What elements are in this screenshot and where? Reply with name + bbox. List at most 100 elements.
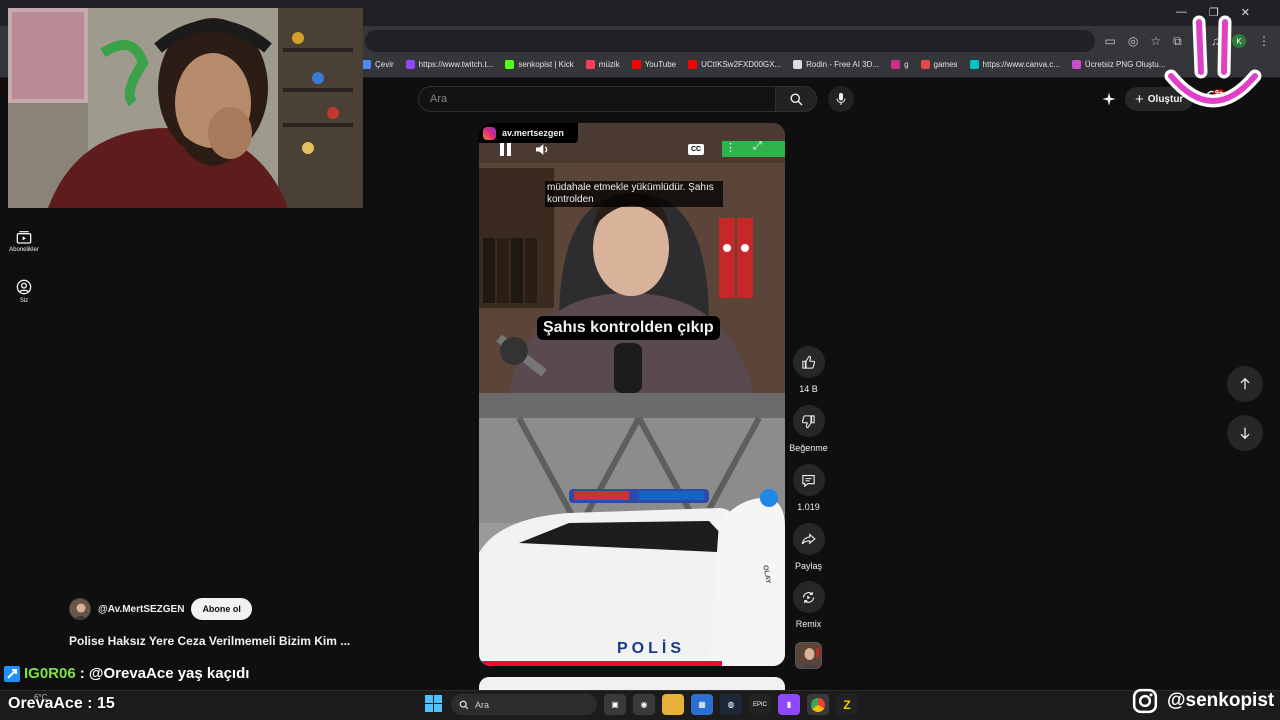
bookmark-label: Rodin - Free AI 3D... xyxy=(806,60,880,69)
cast-icon[interactable]: ▭ xyxy=(1105,34,1116,48)
address-bar[interactable] xyxy=(365,30,1095,52)
share-icon xyxy=(801,532,816,544)
arrow-up-icon xyxy=(1240,377,1250,390)
sidebar-item-subscriptions[interactable]: Abonelikler xyxy=(0,230,48,253)
bookmark-item[interactable]: Ücretsiz PNG Oluştu... xyxy=(1071,60,1166,69)
police-car-lettering: POLİS xyxy=(617,640,686,657)
steam-icon[interactable]: ◍ xyxy=(720,694,742,715)
bookmark-favicon-icon xyxy=(505,60,515,69)
webcam-picture xyxy=(8,8,363,208)
sidebar-item-label: Siz xyxy=(19,298,29,304)
uploader-name: av.mertsezgen xyxy=(502,128,564,138)
like-action[interactable]: 14 B xyxy=(788,346,829,394)
search-button[interactable] xyxy=(775,86,817,112)
pause-icon[interactable] xyxy=(500,143,512,156)
bookmark-favicon-icon xyxy=(631,60,641,69)
remix-icon xyxy=(802,591,815,603)
bookmark-favicon-icon xyxy=(1071,60,1081,69)
comment-count: 1.019 xyxy=(797,502,820,512)
sound-thumbnail[interactable] xyxy=(795,642,822,669)
plus-icon: + xyxy=(1135,90,1144,108)
obs-icon[interactable]: ◉ xyxy=(633,694,655,715)
task-view-icon[interactable]: ▣ xyxy=(604,694,626,715)
bookmark-favicon-icon xyxy=(793,60,803,69)
bookmark-favicon-icon xyxy=(688,60,698,69)
bookmark-star-icon[interactable]: ☆ xyxy=(1150,34,1161,48)
search-icon xyxy=(459,700,469,709)
epic-games-icon[interactable]: EPIC xyxy=(749,694,771,715)
twitch-icon[interactable]: ▮ xyxy=(778,694,800,715)
search-placeholder: Ara xyxy=(430,93,448,105)
volume-icon[interactable] xyxy=(534,142,550,157)
bookmark-item[interactable]: senkopist | Kick xyxy=(505,60,574,69)
more-options-icon[interactable]: ⋮ xyxy=(725,141,736,154)
voice-search-button[interactable] xyxy=(828,86,854,112)
bookmark-label: https://www.canva.c... xyxy=(982,60,1060,69)
bookmark-item[interactable]: g xyxy=(891,60,909,69)
bookmark-favicon-icon xyxy=(362,60,371,69)
short-video-player[interactable]: av.mertsezgen CC ⋮ ⤢ müdahale etmekle yü… xyxy=(479,123,785,666)
taskbar-search[interactable]: Ara xyxy=(451,694,597,715)
next-short-button[interactable] xyxy=(1227,415,1263,451)
tracking-off-icon[interactable]: ◎ xyxy=(1128,34,1138,48)
avatar[interactable] xyxy=(69,598,91,620)
fullscreen-icon[interactable]: ⤢ xyxy=(753,140,762,153)
taskbar-apps: ▣ ◉ ▦ ◍ EPIC ▮ Z xyxy=(604,694,858,715)
video-title[interactable]: Polise Haksız Yere Ceza Verilmemeli Bizi… xyxy=(69,634,350,648)
windows-start-icon[interactable] xyxy=(425,695,442,712)
subscribe-button[interactable]: Abone ol xyxy=(191,598,252,620)
bookmark-label: Ücretsiz PNG Oluştu... xyxy=(1084,60,1166,69)
streamer-logo xyxy=(1164,15,1262,108)
dislike-action[interactable]: Beğenme xyxy=(788,405,829,453)
bookmark-label: Çevir xyxy=(375,60,394,69)
remix-action[interactable]: Remix xyxy=(788,581,829,629)
instagram-icon xyxy=(1132,688,1158,714)
chat-message: IG0R06 : @OrevaAce yaş kaçıdı xyxy=(4,665,249,682)
arrow-down-icon xyxy=(1240,427,1250,440)
subscriptions-icon xyxy=(16,231,32,244)
bookmark-favicon-icon xyxy=(891,60,901,69)
bookmark-favicon-icon xyxy=(585,60,595,69)
dislike-label: Beğenme xyxy=(789,443,828,453)
bookmark-list: Çevir https://www.twitch.t... senkopist | … xyxy=(362,60,1165,69)
kick-icon xyxy=(4,665,20,682)
z-app-icon[interactable]: Z xyxy=(836,694,858,715)
bookmark-item[interactable]: YouTube xyxy=(631,60,677,69)
uploader-tag: av.mertsezgen xyxy=(479,123,578,143)
channel-row: @Av.MertSEZGEN Abone ol xyxy=(69,598,252,620)
search-icon xyxy=(790,93,803,106)
sparkle-icon[interactable] xyxy=(1100,90,1118,108)
bookmark-label: UCtIKSw2FXD00GX... xyxy=(701,60,782,69)
screen: — ❐ ✕ ▭ ◎ ☆ ⧉ ⤓ ♫ K ⋮ Çevirhttps://www.t… xyxy=(0,0,1280,720)
comment-action[interactable]: 1.019 xyxy=(788,464,829,512)
share-action[interactable]: Paylaş xyxy=(788,523,829,571)
channel-name[interactable]: @Av.MertSEZGEN xyxy=(98,604,184,615)
bookmark-label: YouTube xyxy=(644,60,677,69)
file-explorer-icon[interactable] xyxy=(662,694,684,715)
chrome-icon[interactable] xyxy=(807,694,829,715)
bookmark-item[interactable]: https://www.canva.c... xyxy=(969,60,1060,69)
remix-label: Remix xyxy=(795,619,822,629)
store-icon[interactable]: ▦ xyxy=(691,694,713,715)
captions-icon[interactable]: CC xyxy=(688,144,704,155)
caption-small: müdahale etmekle yükümlüdür. Şahıs kontr… xyxy=(545,181,723,207)
bookmark-item[interactable]: UCtIKSw2FXD00GX... xyxy=(688,60,781,69)
webcam-overlay xyxy=(8,8,363,208)
search-input[interactable]: Ara xyxy=(418,86,775,112)
sidebar-item-you[interactable]: Siz xyxy=(0,279,48,304)
bookmark-item[interactable]: müzik xyxy=(585,60,620,69)
like-count: 14 B xyxy=(799,384,818,394)
instagram-handle: @senkopist xyxy=(1167,690,1275,711)
bookmark-item[interactable]: games xyxy=(920,60,958,69)
instagram-small-icon xyxy=(483,126,496,140)
bookmark-favicon-icon xyxy=(920,60,930,69)
bookmark-item[interactable]: https://www.twitch.t... xyxy=(405,60,494,69)
bookmark-label: games xyxy=(933,60,958,69)
thumbs-down-icon xyxy=(801,414,815,428)
previous-short-button[interactable] xyxy=(1227,366,1263,402)
chat-username: IG0R06 xyxy=(24,665,76,682)
bookmark-item[interactable]: Çevir xyxy=(362,60,394,69)
bookmark-label: senkopist | Kick xyxy=(518,60,574,69)
bookmark-item[interactable]: Rodin - Free AI 3D... xyxy=(793,60,879,69)
bookmark-label: https://www.twitch.t... xyxy=(418,60,494,69)
